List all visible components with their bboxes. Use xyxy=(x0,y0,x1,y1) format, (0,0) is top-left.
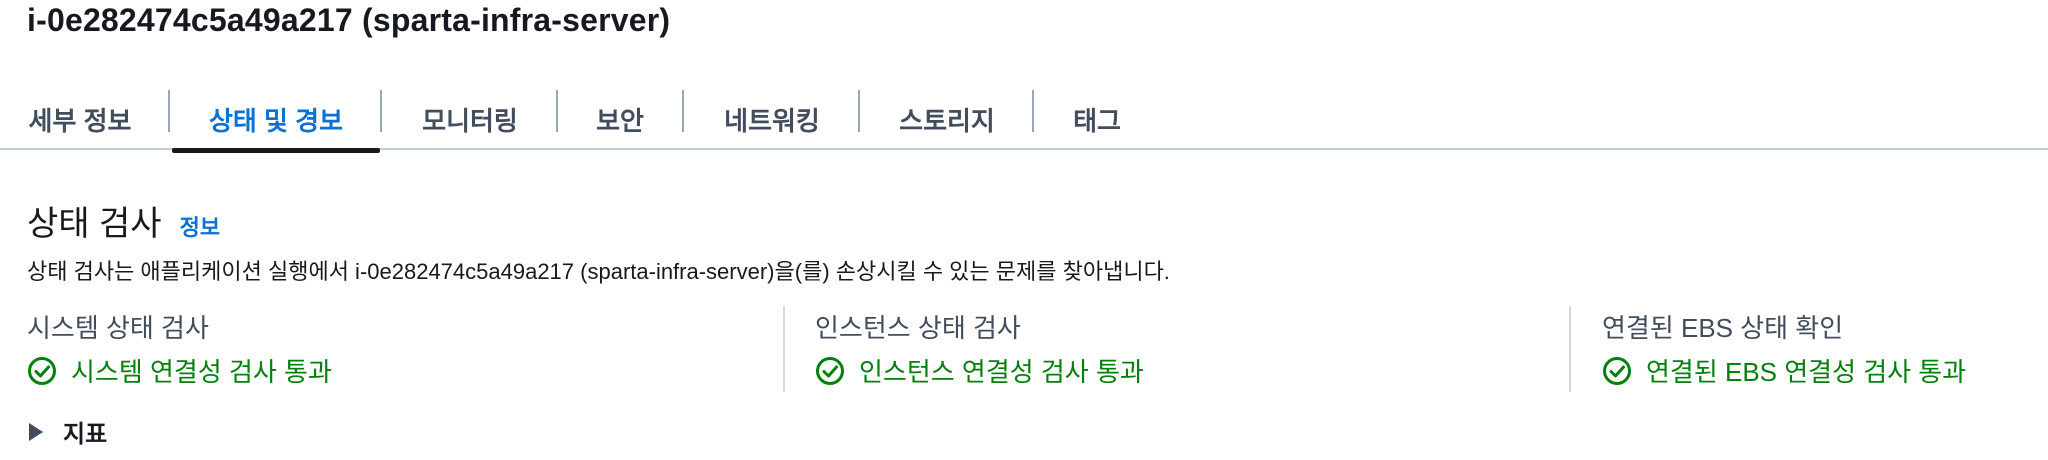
info-link[interactable]: 정보 xyxy=(180,210,220,242)
tab-divider xyxy=(168,90,170,132)
tab-status-alarms[interactable]: 상태 및 경보 xyxy=(172,88,380,153)
column-divider xyxy=(1569,306,1571,392)
caret-right-icon xyxy=(29,422,43,441)
tab-divider xyxy=(858,90,860,132)
instance-status-value: 인스턴스 연결성 검사 통과 xyxy=(815,352,1144,389)
tab-security[interactable]: 보안 xyxy=(596,88,644,150)
tab-storage[interactable]: 스토리지 xyxy=(898,88,996,150)
instance-status-check: 인스턴스 상태 검사 인스턴스 연결성 검사 통과 xyxy=(815,308,1555,392)
system-status-label: 시스템 상태 검사 xyxy=(27,313,209,343)
section-description: 상태 검사는 애플리케이션 실행에서 i-0e282474c5a49a217 (… xyxy=(27,259,1170,284)
column-divider xyxy=(783,306,785,392)
tab-details[interactable]: 세부 정보 xyxy=(27,88,133,150)
check-circle-icon xyxy=(1603,356,1631,385)
metrics-label: 지표 xyxy=(63,421,108,448)
system-status-value: 시스템 연결성 검사 통과 xyxy=(27,352,332,389)
ebs-status-value: 연결된 EBS 연결성 검사 통과 xyxy=(1602,352,1966,389)
system-status-text: 시스템 연결성 검사 통과 xyxy=(71,357,332,387)
check-circle-icon xyxy=(28,356,56,385)
tab-divider xyxy=(380,90,382,132)
status-checks-heading: 상태 검사 정보 xyxy=(27,196,220,245)
instance-status-text: 인스턴스 연결성 검사 통과 xyxy=(859,357,1144,387)
tab-divider xyxy=(682,90,684,132)
ebs-status-text: 연결된 EBS 연결성 검사 통과 xyxy=(1646,357,1967,387)
metrics-expander[interactable]: 지표 xyxy=(27,414,107,449)
tab-divider xyxy=(1032,90,1034,132)
ebs-status-check: 연결된 EBS 상태 확인 연결된 EBS 연결성 검사 통과 xyxy=(1602,308,2042,392)
tab-networking[interactable]: 네트워킹 xyxy=(722,88,822,150)
section-title: 상태 검사 xyxy=(27,205,162,243)
tab-tags[interactable]: 태그 xyxy=(1072,88,1122,150)
instance-title: i-0e282474c5a49a217 (sparta-infra-server… xyxy=(27,2,671,38)
instance-status-label: 인스턴스 상태 검사 xyxy=(815,313,1021,343)
tab-bar: 세부 정보 상태 및 경보 모니터링 보안 네트워킹 스토리지 태그 xyxy=(0,88,2048,153)
system-status-check: 시스템 상태 검사 시스템 연결성 검사 통과 xyxy=(27,308,767,392)
tab-monitoring[interactable]: 모니터링 xyxy=(420,88,520,150)
ebs-status-label: 연결된 EBS 상태 확인 xyxy=(1602,313,1844,343)
check-circle-icon xyxy=(816,356,844,385)
tab-divider xyxy=(556,90,558,132)
